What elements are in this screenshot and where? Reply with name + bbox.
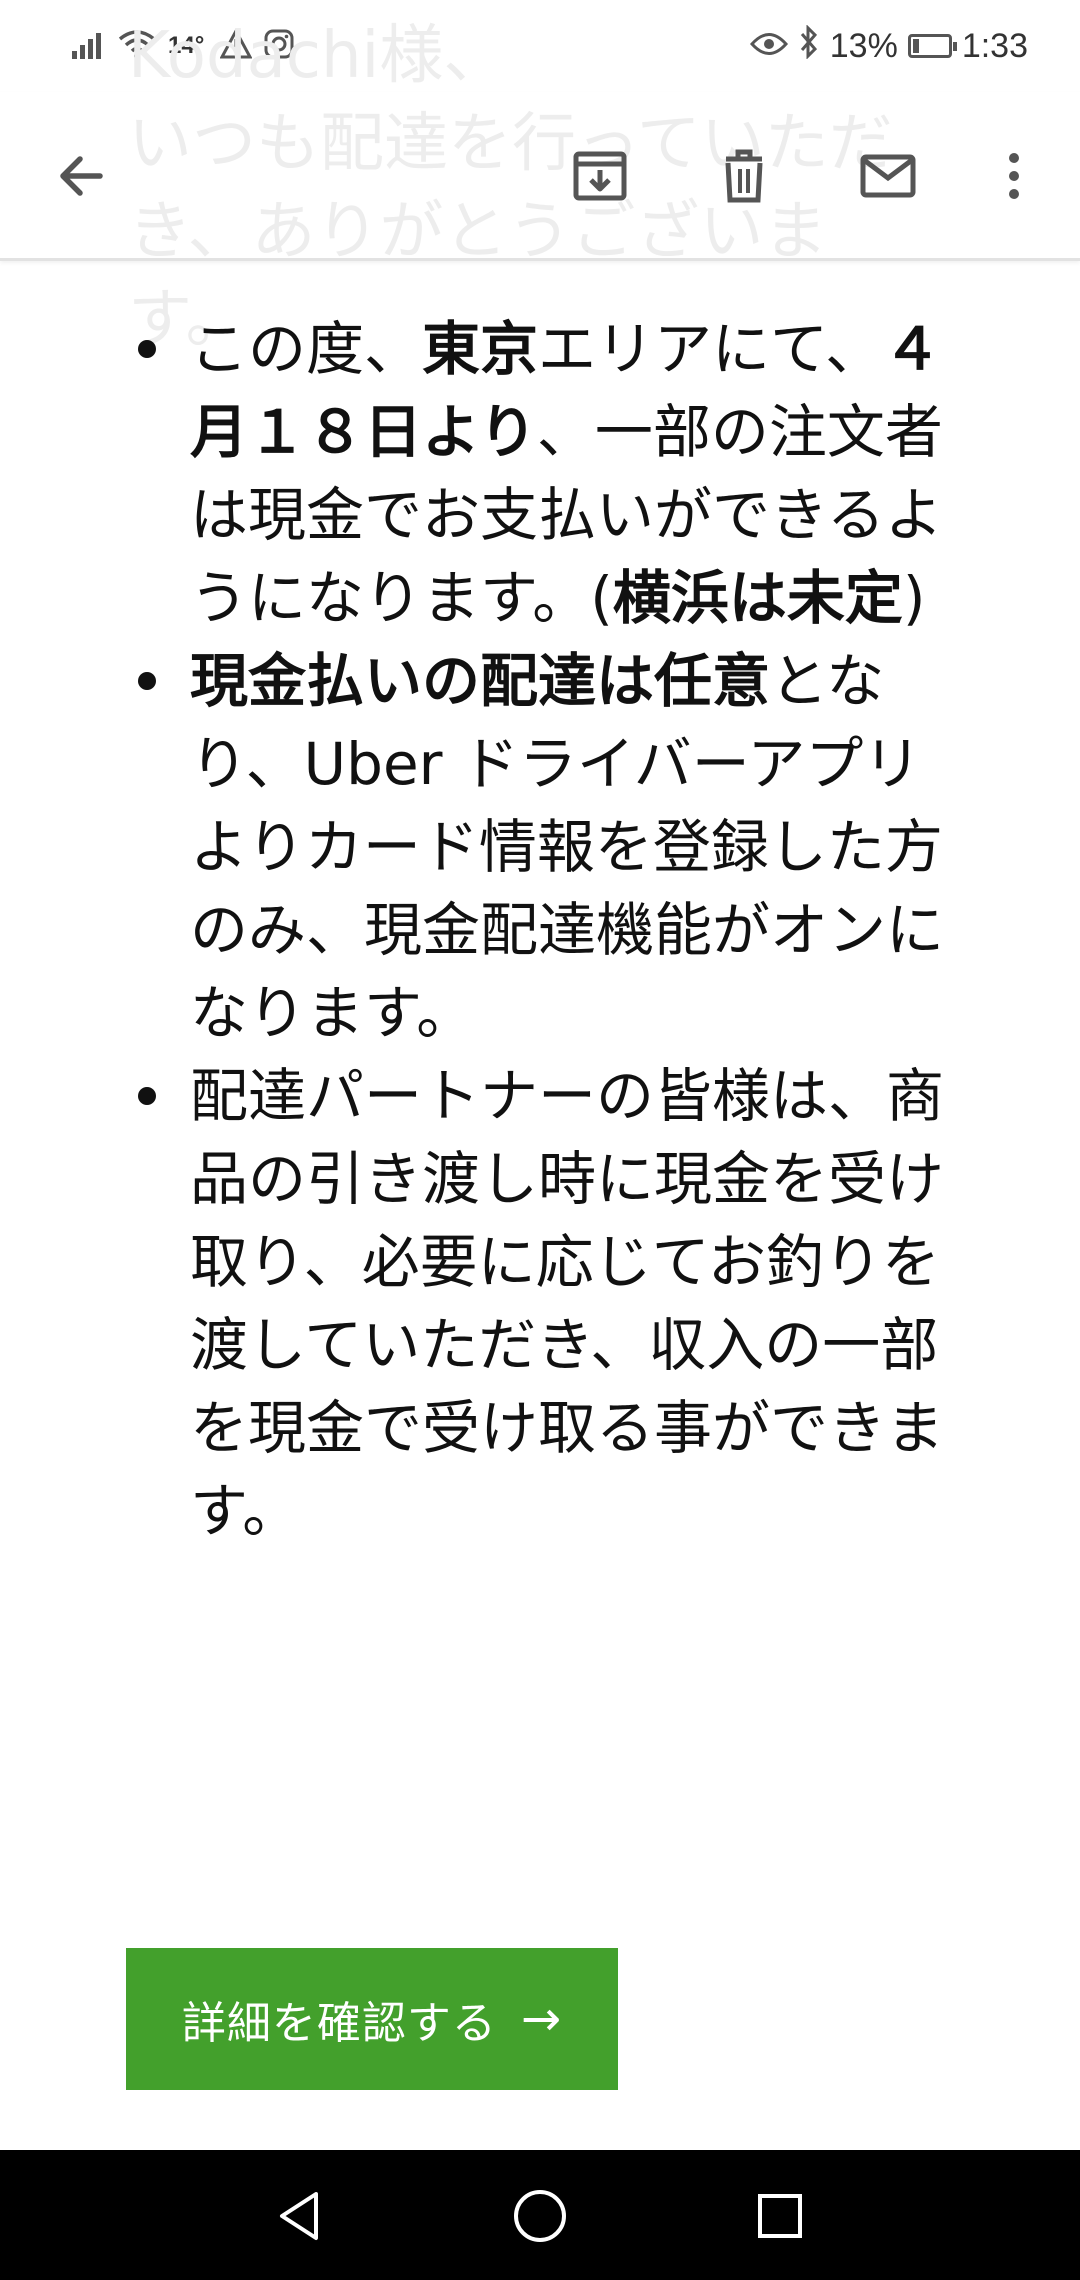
- temperature-text: 14°: [168, 32, 205, 59]
- bluetooth-icon: [798, 23, 820, 68]
- delete-icon: [725, 149, 763, 203]
- view-details-button[interactable]: 詳細を確認する →: [126, 1948, 618, 2090]
- circle-home-icon: [514, 2190, 566, 2242]
- bullet1-text-2: エリアにて、: [538, 315, 884, 383]
- mail-icon: [860, 154, 916, 198]
- status-bar: 14° 13% 1:33: [0, 0, 1080, 92]
- instagram-icon: [264, 29, 294, 64]
- archive-button[interactable]: [564, 140, 636, 212]
- system-nav-bar: [0, 2150, 1080, 2280]
- bullet1-text-4: ): [902, 564, 926, 632]
- triangle-back-icon: [280, 2192, 318, 2240]
- status-right: 13% 1:33: [749, 23, 1028, 68]
- nav-back-button[interactable]: [264, 2180, 336, 2252]
- nav-recents-button[interactable]: [744, 2180, 816, 2252]
- status-left: 14°: [72, 26, 294, 66]
- back-button[interactable]: [46, 140, 118, 212]
- archive-icon: [573, 151, 627, 201]
- signal-icon: [72, 29, 106, 64]
- warning-icon: [219, 27, 253, 64]
- clock-time: 1:33: [961, 26, 1028, 65]
- delete-button[interactable]: [708, 140, 780, 212]
- square-recents-icon: [758, 2194, 802, 2238]
- arrow-right-icon: →: [520, 1991, 563, 2047]
- list-item: 現金払いの配達は任意となり、Uber ドライバーアプリよりカード情報を登録した方…: [138, 640, 970, 1055]
- more-vert-icon: [1009, 153, 1019, 199]
- wifi-icon: [118, 29, 156, 64]
- view-details-label: 詳細を確認する: [181, 1998, 497, 2049]
- bullet1-bold-yokohama: 横浜は未定: [612, 564, 903, 632]
- more-options-button[interactable]: [978, 140, 1050, 212]
- battery-icon: [907, 34, 957, 58]
- list-item: 配達パートナーの皆様は、商品の引き渡し時に現金を受け取り、必要に応じてお釣りを渡…: [138, 1055, 970, 1553]
- nav-home-button[interactable]: [504, 2180, 576, 2252]
- battery-percent: 13%: [829, 26, 898, 65]
- bullet1-text-1: この度、: [190, 315, 423, 383]
- back-arrow-icon: [60, 156, 103, 196]
- eye-icon: [749, 27, 788, 66]
- bullet3-text: 配達パートナーの皆様は、商品の引き渡し時に現金を受け取り、必要に応じてお釣りを渡…: [190, 1062, 945, 1545]
- email-toolbar: Kodachi様、 いつも配達を行っていただ き、ありがとうございます。: [0, 19, 1080, 357]
- mark-unread-button[interactable]: [852, 140, 924, 212]
- announcement-list: この度、東京エリアにて、４月１８日より、一部の注文者は現金でお支払いができるよう…: [138, 308, 970, 1553]
- bullet2-bold: 現金払いの配達は任意: [190, 647, 771, 715]
- list-item: この度、東京エリアにて、４月１８日より、一部の注文者は現金でお支払いができるよう…: [138, 308, 970, 640]
- bullet1-bold-tokyo: 東京: [422, 315, 539, 383]
